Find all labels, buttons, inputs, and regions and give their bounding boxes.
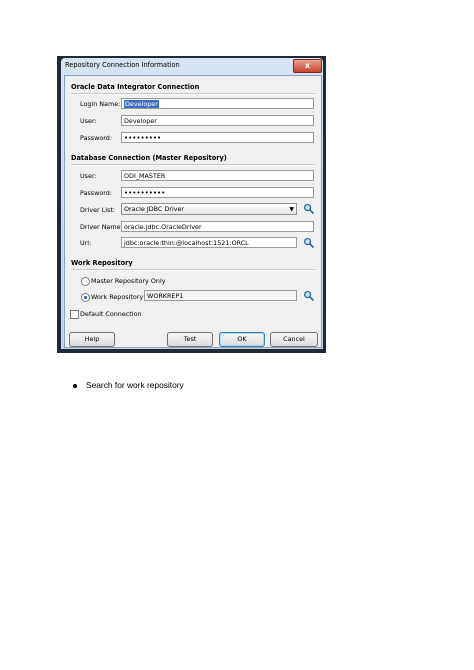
work-repository-radio[interactable]	[81, 293, 90, 302]
search-icon[interactable]	[303, 237, 314, 248]
driver-list-value: Oracle JDBC Driver	[124, 205, 185, 213]
dialog-body: Oracle Data Integrator Connection Login …	[64, 75, 322, 348]
password-field[interactable]: •••••••••	[121, 132, 314, 143]
db-password-label: Password:	[80, 189, 113, 197]
ok-button[interactable]: OK	[219, 332, 265, 347]
default-connection-label: Default Connection	[80, 310, 142, 318]
password-label: Password:	[80, 134, 113, 142]
close-button[interactable]: x	[293, 59, 322, 73]
driver-name-label: Driver Name:	[80, 223, 123, 231]
work-repository-label: Work Repository	[91, 293, 144, 301]
close-icon: x	[304, 61, 311, 70]
bullet-text: Search for work repository	[86, 380, 184, 390]
db-password-field[interactable]: ••••••••••	[121, 187, 314, 198]
driver-list-label: Driver List:	[80, 206, 116, 214]
driver-name-field[interactable]: oracle.jdbc.OracleDriver	[121, 221, 314, 232]
work-repository-field[interactable]: WORKREP1	[144, 290, 297, 301]
driver-list-dropdown[interactable]: Oracle JDBC Driver ▼	[121, 203, 297, 215]
separator	[71, 93, 315, 95]
cancel-button[interactable]: Cancel	[270, 332, 318, 347]
help-button[interactable]: Help	[69, 332, 115, 347]
master-repository-only-label: Master Repository Only	[91, 277, 166, 285]
login-name-field[interactable]: Developer	[121, 98, 314, 109]
db-user-field[interactable]: ODI_MASTER	[121, 170, 314, 181]
url-label: Url:	[80, 239, 92, 247]
separator	[71, 269, 315, 271]
dialog-title: Repository Connection Information	[65, 61, 180, 69]
bullet-icon	[73, 384, 77, 388]
separator	[71, 164, 315, 166]
odi-connection-heading: Oracle Data Integrator Connection	[71, 83, 200, 91]
test-button[interactable]: Test	[167, 332, 213, 347]
chevron-down-icon: ▼	[289, 206, 294, 213]
default-connection-checkbox[interactable]	[70, 310, 79, 319]
title-bar: Repository Connection Information x	[61, 58, 323, 74]
work-repository-heading: Work Repository	[71, 259, 133, 267]
search-icon[interactable]	[303, 203, 314, 214]
login-name-label: Login Name:	[80, 100, 121, 108]
user-label: User:	[80, 117, 97, 125]
login-name-value: Developer	[124, 100, 159, 108]
db-connection-heading: Database Connection (Master Repository)	[71, 154, 227, 162]
repository-connection-dialog: Repository Connection Information x Orac…	[61, 58, 323, 349]
user-field[interactable]: Developer	[121, 115, 314, 126]
url-field[interactable]: jdbc:oracle:thin:@localhost:1521:ORCL	[121, 237, 297, 248]
db-user-label: User:	[80, 172, 97, 180]
master-repository-only-radio[interactable]	[81, 277, 90, 286]
search-icon[interactable]	[303, 290, 314, 301]
